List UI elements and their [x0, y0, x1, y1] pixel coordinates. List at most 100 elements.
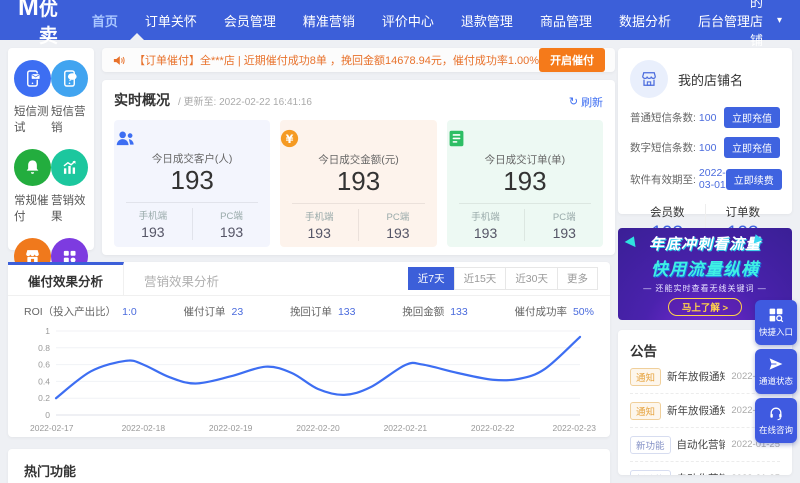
- phone-chat-icon: [51, 60, 88, 97]
- recharge-digital-button[interactable]: 立即充值: [724, 137, 780, 158]
- speaker-icon: [112, 53, 127, 68]
- logo-m-icon: M: [18, 0, 39, 21]
- account-menu[interactable]: 我的店铺名 ▾: [750, 0, 782, 68]
- notice-badge: 新功能: [630, 469, 671, 475]
- order-doc-icon: [447, 129, 603, 148]
- stat-card-customers: 今日成交客户(人) 193 手机端 193 PC端 193: [114, 120, 271, 247]
- chart-up-icon: [51, 149, 88, 186]
- announcement-bar: 【订单催付】全***店 | 近期催付成功8单 ，挽回金额14678.94元，催付…: [102, 48, 616, 72]
- svg-text:2022-02-22: 2022-02-22: [471, 423, 515, 433]
- sidebar-item-sms-test[interactable]: 短信测试: [14, 60, 51, 135]
- realtime-title: 实时概况: [114, 92, 170, 108]
- range-more-button[interactable]: 更多: [557, 267, 598, 290]
- chevron-down-icon: ▾: [776, 14, 782, 26]
- svg-text:2022-02-18: 2022-02-18: [122, 423, 166, 433]
- storefront-icon: [630, 60, 668, 98]
- analysis-panel: 催付效果分析 营销效果分析 近7天 近15天 近30天 更多 ROI（投入产出比…: [8, 262, 610, 437]
- nav-item-products[interactable]: 商品管理: [540, 11, 592, 30]
- svg-text:0: 0: [45, 410, 50, 420]
- banner-line1: 年底冲刺看流量: [648, 235, 761, 253]
- svg-text:0.8: 0.8: [38, 343, 50, 353]
- shop-name: 我的店铺名: [678, 72, 744, 88]
- nav-item-order-care[interactable]: 订单关怀: [145, 11, 197, 30]
- svg-text:0.6: 0.6: [38, 360, 50, 370]
- apps-icon: [768, 307, 784, 323]
- banner-line3: — 还能实时查看无线关键词 —: [643, 283, 767, 293]
- license-expiry-row: 软件有效期至: 2022-03-01 立即续费: [630, 167, 782, 191]
- realtime-updated: / 更新至: 2022-02-22 16:41:16: [178, 97, 312, 108]
- svg-text:2022-02-21: 2022-02-21: [384, 423, 428, 433]
- kpi-reminder-orders: 催付订单 23: [183, 306, 244, 318]
- range-30d-button[interactable]: 近30天: [505, 267, 558, 290]
- sidebar-item-marketing-effect[interactable]: 营销效果: [51, 149, 88, 224]
- announcement-text: 【订单催付】全***店 | 近期催付成功8单 ，挽回金额14678.94元，催付…: [134, 55, 540, 67]
- notice-badge: 新功能: [630, 435, 671, 454]
- send-icon: [768, 356, 784, 372]
- quick-entry-button[interactable]: 快捷入口: [755, 300, 797, 345]
- nav-item-home[interactable]: 首页: [92, 11, 118, 30]
- page-content: 短信测试 短信营销 常规催付 营销效果 【订单催付】全***店 | 近期催付成功…: [0, 40, 800, 483]
- nav-item-data-analysis[interactable]: 数据分析: [619, 11, 671, 30]
- hot-features-panel: 热门功能: [8, 449, 610, 483]
- nav-item-members[interactable]: 会员管理: [224, 11, 276, 30]
- range-15d-button[interactable]: 近15天: [453, 267, 507, 290]
- range-7d-button[interactable]: 近7天: [407, 267, 455, 290]
- kpi-success-rate: 催付成功率 50%: [514, 306, 594, 318]
- renew-button[interactable]: 立即续费: [725, 168, 782, 190]
- refresh-button[interactable]: ↻ 刷新: [569, 94, 603, 110]
- svg-text:2022-02-19: 2022-02-19: [209, 423, 253, 433]
- banner-line2: 快用流量纵横: [651, 259, 759, 279]
- svg-text:0.4: 0.4: [38, 376, 50, 386]
- sidebar-item-sms-marketing[interactable]: 短信营销: [51, 60, 88, 135]
- svg-text:¥: ¥: [286, 133, 294, 146]
- learn-more-button[interactable]: 马上了解 >: [667, 297, 743, 316]
- yuan-coin-icon: ¥: [280, 129, 436, 148]
- online-support-button[interactable]: 在线咨询: [755, 398, 797, 443]
- decor-triangle: [750, 232, 764, 244]
- orders-value: 193: [503, 166, 547, 196]
- nav-item-refunds[interactable]: 退款管理: [461, 11, 513, 30]
- refresh-icon: ↻: [568, 96, 579, 108]
- sms-digital-row: 数字短信条数: 100 立即充值: [630, 137, 780, 158]
- kpi-row: ROI（投入产出比） 1:0 催付订单 23 挽回订单 133 挽回金额 133 催付成…: [8, 296, 610, 319]
- svg-text:2022-02-20: 2022-02-20: [296, 423, 340, 433]
- hot-features-title: 热门功能: [24, 464, 77, 479]
- kpi-recovered-amount: 挽回金额 133: [402, 306, 468, 318]
- customers-value: 193: [170, 165, 214, 195]
- svg-text:2022-02-23: 2022-02-23: [553, 423, 597, 433]
- start-reminder-button[interactable]: 开启催付: [539, 48, 606, 72]
- stat-card-amount: ¥ 今日成交金额(元) 193 手机端 193 PC端 193: [280, 120, 437, 247]
- active-tab-pointer: [130, 33, 144, 40]
- floating-quick-buttons: 快捷入口 通道状态 在线咨询: [755, 300, 797, 443]
- kpi-roi: ROI（投入产出比） 1:0: [24, 306, 137, 318]
- realtime-overview: 实时概况 / 更新至: 2022-02-22 16:41:16 ↻ 刷新 今日成…: [102, 80, 616, 255]
- headset-icon: [768, 405, 784, 421]
- shop-info-panel: 我的店铺名 普通短信条数: 100 立即充值 数字短信条数: 100 立即充值 …: [618, 48, 792, 245]
- svg-text:2022-02-17: 2022-02-17: [30, 423, 74, 433]
- amount-value: 193: [336, 166, 381, 196]
- phone-message-icon: [14, 60, 51, 97]
- sms-normal-row: 普通短信条数: 100 立即充值: [630, 107, 780, 128]
- app-logo[interactable]: M 优卖: [18, 0, 58, 48]
- nav-item-marketing[interactable]: 精准营销: [303, 11, 355, 30]
- nav-item-admin[interactable]: 后台管理: [698, 11, 750, 30]
- recharge-normal-button[interactable]: 立即充值: [724, 107, 780, 128]
- notice-badge: 通知: [630, 367, 662, 386]
- svg-text:1: 1: [45, 326, 50, 336]
- tab-marketing-effect[interactable]: 营销效果分析: [124, 262, 239, 295]
- feature-sidebar: 短信测试 短信营销 常规催付 营销效果: [8, 48, 94, 312]
- stat-card-orders: 今日成交订单(单) 193 手机端 193 PC端 193: [446, 120, 604, 247]
- nav-menu: 首页 订单关怀 会员管理 精准营销 评价中心 退款管理 商品管理 数据分析 后台…: [92, 11, 750, 30]
- notice-item[interactable]: 新功能 自动化营销功能上线 2022-01-25: [630, 462, 780, 475]
- bell-icon: [14, 149, 51, 186]
- notice-badge: 通知: [630, 401, 662, 420]
- sidebar-item-payment-reminder[interactable]: 常规催付: [14, 149, 51, 224]
- nav-item-reviews[interactable]: 评价中心: [382, 11, 434, 30]
- date-range-group: 近7天 近15天 近30天 更多: [407, 267, 598, 290]
- trend-line-chart: 0 0.2 0.4 0.6 0.8 1 2022-02-17 2022-02-18 2022-0…: [30, 326, 597, 433]
- kpi-recovered-orders: 挽回订单 133: [289, 306, 356, 318]
- channel-status-button[interactable]: 通道状态: [755, 349, 797, 394]
- tab-reminder-effect[interactable]: 催付效果分析: [8, 262, 125, 295]
- top-navbar: M 优卖 首页 订单关怀 会员管理 精准营销 评价中心 退款管理 商品管理 数据…: [0, 0, 800, 67]
- decor-triangle: [624, 233, 640, 248]
